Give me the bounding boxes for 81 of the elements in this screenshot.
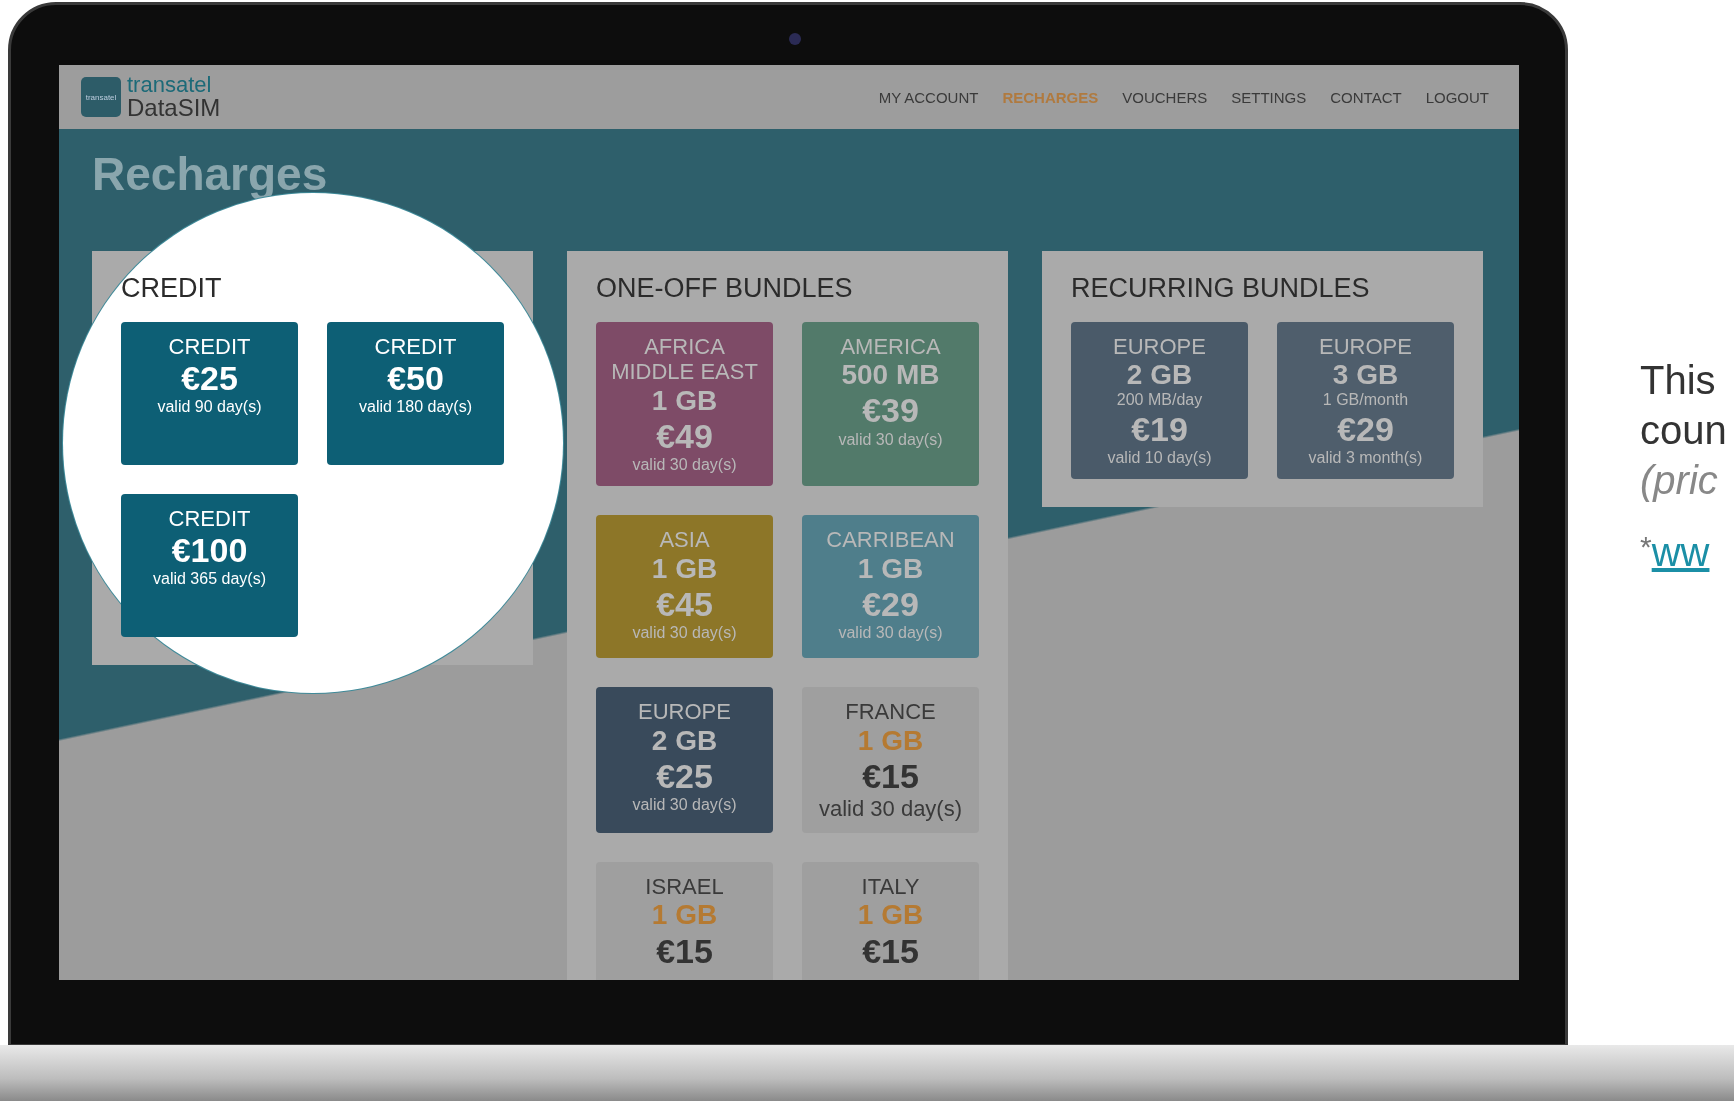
bundle-tile[interactable]: CARRIBEAN 1 GB €29 valid 30 day(s) [802,515,979,659]
bundle-tile[interactable]: FRANCE 1 GB €15 valid 30 day(s) [802,687,979,834]
data-amount: 1 GB [857,552,924,585]
data-amount: 1 GB [651,384,718,417]
data-amount: 500 MB [841,359,940,392]
data-amount: 1 GB [857,724,924,757]
side-note: (pric [1640,457,1719,504]
price: €39 [862,391,919,431]
data-amount: 1 GB [857,899,924,932]
bundle-tile[interactable]: EUROPE 2 GB €25 valid 30 day(s) [596,687,773,834]
logo-text: transatel [127,74,213,96]
tile-label: ITALY [861,874,920,900]
bundle-tile[interactable]: EUROPE 2 GB 200 MB/day €19 valid 10 day(s) [1071,322,1248,480]
price: €15 [862,756,919,796]
tile-label: AFRICA [644,334,725,360]
nav-link[interactable]: MY ACCOUNT [878,88,979,106]
validity-text: valid 365 day(s) [153,570,266,589]
web-link[interactable]: ww [1651,530,1710,574]
validity-text: valid 3 month(s) [1308,448,1423,468]
validity-text: valid 90 day(s) [157,398,262,417]
tile-label: AMERICA [840,334,941,360]
nav-link[interactable]: LOGOUT [1425,88,1489,106]
tile-label: CREDIT [374,334,457,360]
nav-link[interactable]: VOUCHERS [1122,88,1208,106]
price: €50 [387,359,444,399]
bundle-tile[interactable]: CREDIT €50 valid 180 day(s) [327,322,504,465]
bundle-tile[interactable]: EUROPE 3 GB 1 GB/month €29 valid 3 month(s) [1277,322,1454,480]
data-note: 1 GB/month [1322,391,1409,410]
bundle-tile[interactable]: ISRAEL 1 GB €15 [596,862,773,980]
price: €25 [656,756,713,796]
nav-link[interactable]: CONTACT [1330,88,1402,106]
tile-label: EUROPE [638,699,731,725]
page-title: Recharges [92,147,329,201]
tile-label: CREDIT [168,334,251,360]
tile-label: FRANCE [845,699,936,725]
validity-text: valid 30 day(s) [838,623,943,643]
nav-link[interactable]: SETTINGS [1231,88,1307,106]
section-title: ONE-OFF BUNDLES [596,273,854,304]
side-text: This [1640,357,1717,404]
tile-label: EUROPE [1319,334,1412,360]
logo-text: DataSIM [127,96,221,120]
data-amount: 2 GB [1126,359,1193,392]
section-title: CREDIT [121,273,223,304]
price: €15 [862,931,919,971]
tile-label: EUROPE [1113,334,1206,360]
section-title: RECURRING BUNDLES [1071,273,1371,304]
side-text: coun [1640,407,1727,454]
price: €29 [1337,409,1394,449]
validity-text: valid 30 day(s) [632,623,737,643]
bundle-tile[interactable]: CREDIT €25 valid 90 day(s) [121,322,298,465]
price: €29 [862,584,919,624]
tile-label: ASIA [659,527,710,553]
tile-label: CARRIBEAN [826,527,955,553]
price: €25 [181,359,238,399]
bundle-tile[interactable]: AMERICA 500 MB €39 valid 30 day(s) [802,322,979,487]
validity-text: valid 30 day(s) [632,795,737,815]
data-amount: 1 GB [651,899,718,932]
data-amount: 2 GB [651,724,718,757]
camera-icon [789,33,801,45]
price: €45 [656,584,713,624]
validity-text: valid 30 day(s) [838,430,943,449]
logo-badge: transatel [81,77,121,117]
price: €15 [656,931,713,971]
asterisk: * [1640,530,1652,563]
bundle-tile[interactable]: AFRICA MIDDLE EAST 1 GB €49 valid 30 day(s) [596,322,773,487]
bundle-tile[interactable]: ITALY 1 GB €15 [802,862,979,980]
price: €49 [656,416,713,456]
tile-label: valid 30 day(s) [818,795,963,822]
price: €100 [171,531,248,571]
validity-text: valid 10 day(s) [1107,448,1212,468]
bundle-tile[interactable]: ASIA 1 GB €45 valid 30 day(s) [596,515,773,659]
validity-text: valid 30 day(s) [632,455,737,475]
data-amount: 1 GB [651,552,718,585]
tile-label: CREDIT [168,506,251,532]
bundle-tile[interactable]: CREDIT €100 valid 365 day(s) [121,494,298,637]
tile-label: ISRAEL [645,874,724,900]
tile-label: MIDDLE EAST [611,359,758,385]
price: €19 [1131,409,1188,449]
validity-text: valid 180 day(s) [359,398,472,417]
data-note: 200 MB/day [1116,391,1203,410]
data-amount: 3 GB [1332,359,1399,392]
